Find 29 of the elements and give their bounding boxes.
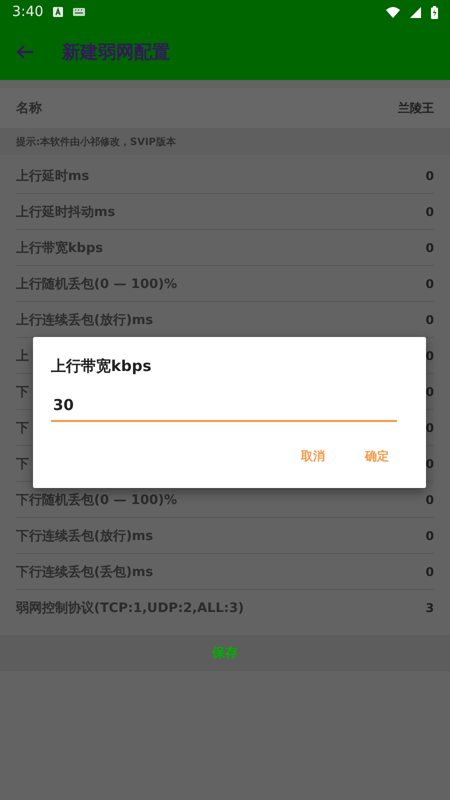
setting-value: 0 — [426, 528, 434, 542]
input-field[interactable]: 30 — [51, 392, 397, 422]
setting-value: 0 — [426, 204, 434, 218]
setting-value: 0 — [426, 384, 434, 398]
setting-value: 0 — [426, 348, 434, 362]
setting-value: 0 — [426, 168, 434, 182]
notification-icon — [53, 7, 64, 17]
setting-value: 0 — [426, 564, 434, 578]
keyboard-icon — [73, 8, 86, 16]
screen-title: 新建弱网配置 — [62, 41, 170, 64]
dialog-title: 上行带宽kbps — [51, 357, 152, 376]
setting-value: 0 — [426, 492, 434, 506]
signal-icon — [410, 6, 421, 18]
back-arrow-icon[interactable] — [16, 44, 34, 60]
save-button[interactable]: 保存 — [0, 635, 450, 671]
setting-value: 0 — [426, 240, 434, 254]
dialog-button[interactable]: 取消 — [293, 444, 333, 469]
wifi-icon — [386, 6, 400, 18]
dialog-button[interactable]: 确定 — [357, 444, 397, 469]
name-row[interactable]: 名称 兰陵王 — [0, 88, 450, 128]
battery-icon — [431, 6, 438, 18]
setting-value: 0 — [426, 312, 434, 326]
status-time: 3:40 — [12, 4, 44, 20]
setting-value: 0 — [426, 456, 434, 470]
name-value: 兰陵王 — [398, 100, 434, 116]
name-label: 名称 — [16, 100, 42, 117]
setting-value: 0 — [426, 420, 434, 434]
setting-value: 3 — [426, 600, 434, 614]
setting-value: 0 — [426, 276, 434, 290]
